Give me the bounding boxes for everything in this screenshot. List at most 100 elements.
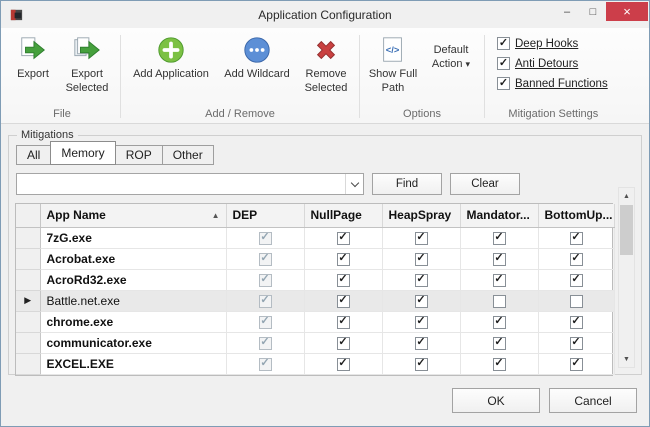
heapspray-checkbox[interactable] (415, 337, 428, 350)
dropdown-caret-icon: ▾ (466, 59, 471, 69)
mandatory-checkbox[interactable] (493, 232, 506, 245)
bottomup-checkbox[interactable] (570, 253, 583, 266)
bottomup-checkbox[interactable] (570, 232, 583, 245)
scroll-up-button[interactable]: ▲ (619, 188, 634, 204)
heapspray-checkbox[interactable] (415, 232, 428, 245)
heapspray-checkbox[interactable] (415, 358, 428, 371)
banned-functions-checkbox[interactable]: Banned Functions (497, 77, 608, 90)
show-full-path-label: Show Full Path (368, 68, 418, 96)
bottomup-checkbox[interactable] (570, 337, 583, 350)
bottomup-checkbox[interactable] (570, 358, 583, 371)
row-indicator-cell[interactable] (16, 248, 40, 269)
nullpage-checkbox[interactable] (337, 316, 350, 329)
tab-rop[interactable]: ROP (115, 145, 163, 165)
app-table-body: 7zG.exeAcrobat.exeAcroRd32.exe▶Battle.ne… (16, 227, 614, 374)
dep-cell (226, 269, 304, 290)
table-row[interactable]: communicator.exe (16, 332, 614, 353)
row-indicator-cell[interactable] (16, 311, 40, 332)
scrollbar-thumb[interactable] (620, 205, 633, 255)
table-row[interactable]: ▶Battle.net.exe (16, 290, 614, 311)
row-indicator-cell[interactable] (16, 353, 40, 374)
nullpage-checkbox[interactable] (337, 337, 350, 350)
heapspray-checkbox[interactable] (415, 316, 428, 329)
cancel-button[interactable]: Cancel (549, 388, 637, 413)
anti-detours-checkbox[interactable]: Anti Detours (497, 57, 608, 70)
show-full-path-button[interactable]: </> Show Full Path (364, 30, 422, 96)
deep-hooks-checkbox[interactable]: Deep Hooks (497, 37, 608, 50)
app-name-cell[interactable]: Battle.net.exe (40, 290, 226, 311)
export-selected-button[interactable]: Export Selected (58, 30, 116, 96)
heapspray-checkbox[interactable] (415, 253, 428, 266)
tab-memory[interactable]: Memory (50, 141, 115, 165)
row-indicator-cell[interactable] (16, 227, 40, 248)
minimize-button[interactable]: – (554, 2, 580, 21)
row-indicator-cell[interactable] (16, 269, 40, 290)
app-name-cell[interactable]: Acrobat.exe (40, 248, 226, 269)
bottomup-checkbox[interactable] (570, 295, 583, 308)
table-row[interactable]: EXCEL.EXE (16, 353, 614, 374)
default-action-dropdown[interactable]: Default Action ▾ (422, 30, 480, 72)
maximize-button[interactable]: □ (580, 2, 606, 21)
column-header-mandatory[interactable]: Mandator... (460, 204, 538, 227)
nullpage-checkbox[interactable] (337, 295, 350, 308)
nullpage-checkbox[interactable] (337, 358, 350, 371)
nullpage-checkbox[interactable] (337, 232, 350, 245)
show-full-path-icon: </> (378, 35, 408, 65)
app-name-cell[interactable]: EXCEL.EXE (40, 353, 226, 374)
heapspray-cell (382, 248, 460, 269)
heapspray-checkbox[interactable] (415, 295, 428, 308)
anti-detours-checkbox-box[interactable] (497, 57, 510, 70)
ok-button[interactable]: OK (452, 388, 540, 413)
mandatory-checkbox[interactable] (493, 253, 506, 266)
scroll-down-button[interactable]: ▼ (619, 351, 634, 367)
row-indicator-cell[interactable]: ▶ (16, 290, 40, 311)
table-row[interactable]: Acrobat.exe (16, 248, 614, 269)
mandatory-checkbox[interactable] (493, 337, 506, 350)
titlebar[interactable]: Application Configuration – □ × (1, 1, 649, 28)
add-wildcard-button[interactable]: Add Wildcard (217, 30, 297, 82)
mandatory-checkbox[interactable] (493, 358, 506, 371)
scroll-up-icon: ▲ (623, 193, 630, 200)
mandatory-checkbox[interactable] (493, 295, 506, 308)
bottomup-cell (538, 311, 614, 332)
app-name-cell[interactable]: chrome.exe (40, 311, 226, 332)
table-row[interactable]: 7zG.exe (16, 227, 614, 248)
column-header-nullpage[interactable]: NullPage (304, 204, 382, 227)
deep-hooks-checkbox-box[interactable] (497, 37, 510, 50)
remove-selected-label: Remove Selected (301, 68, 351, 96)
find-button[interactable]: Find (372, 173, 442, 195)
remove-selected-button[interactable]: Remove Selected (297, 30, 355, 96)
dep-cell (226, 248, 304, 269)
column-header-app-name[interactable]: App Name ▲ (40, 204, 226, 227)
app-name-cell[interactable]: communicator.exe (40, 332, 226, 353)
column-header-dep[interactable]: DEP (226, 204, 304, 227)
combo-dropdown-button[interactable] (345, 174, 363, 194)
tab-all[interactable]: All (16, 145, 51, 165)
nullpage-checkbox[interactable] (337, 253, 350, 266)
column-header-bottomup[interactable]: BottomUp... (538, 204, 614, 227)
row-indicator-cell[interactable] (16, 332, 40, 353)
export-button[interactable]: Export (8, 30, 58, 82)
heapspray-checkbox[interactable] (415, 274, 428, 287)
vertical-scrollbar[interactable]: ▲ ▼ (618, 187, 635, 368)
nullpage-checkbox[interactable] (337, 274, 350, 287)
banned-functions-checkbox-box[interactable] (497, 77, 510, 90)
app-name-cell[interactable]: AcroRd32.exe (40, 269, 226, 290)
table-row[interactable]: AcroRd32.exe (16, 269, 614, 290)
mandatory-checkbox[interactable] (493, 316, 506, 329)
add-application-button[interactable]: Add Application (125, 30, 217, 82)
close-button[interactable]: × (606, 2, 648, 21)
column-header-heapspray[interactable]: HeapSpray (382, 204, 460, 227)
app-name-cell[interactable]: 7zG.exe (40, 227, 226, 248)
clear-button[interactable]: Clear (450, 173, 520, 195)
heapspray-cell (382, 311, 460, 332)
bottomup-checkbox[interactable] (570, 274, 583, 287)
mandatory-checkbox[interactable] (493, 274, 506, 287)
ribbon-group-options: </> Show Full Path Default Action ▾ Opti… (361, 30, 483, 123)
application-configuration-window: Application Configuration – □ × Export (0, 0, 650, 427)
tab-other[interactable]: Other (162, 145, 214, 165)
dep-checkbox (259, 358, 272, 371)
filter-input[interactable] (17, 174, 345, 194)
bottomup-checkbox[interactable] (570, 316, 583, 329)
table-row[interactable]: chrome.exe (16, 311, 614, 332)
